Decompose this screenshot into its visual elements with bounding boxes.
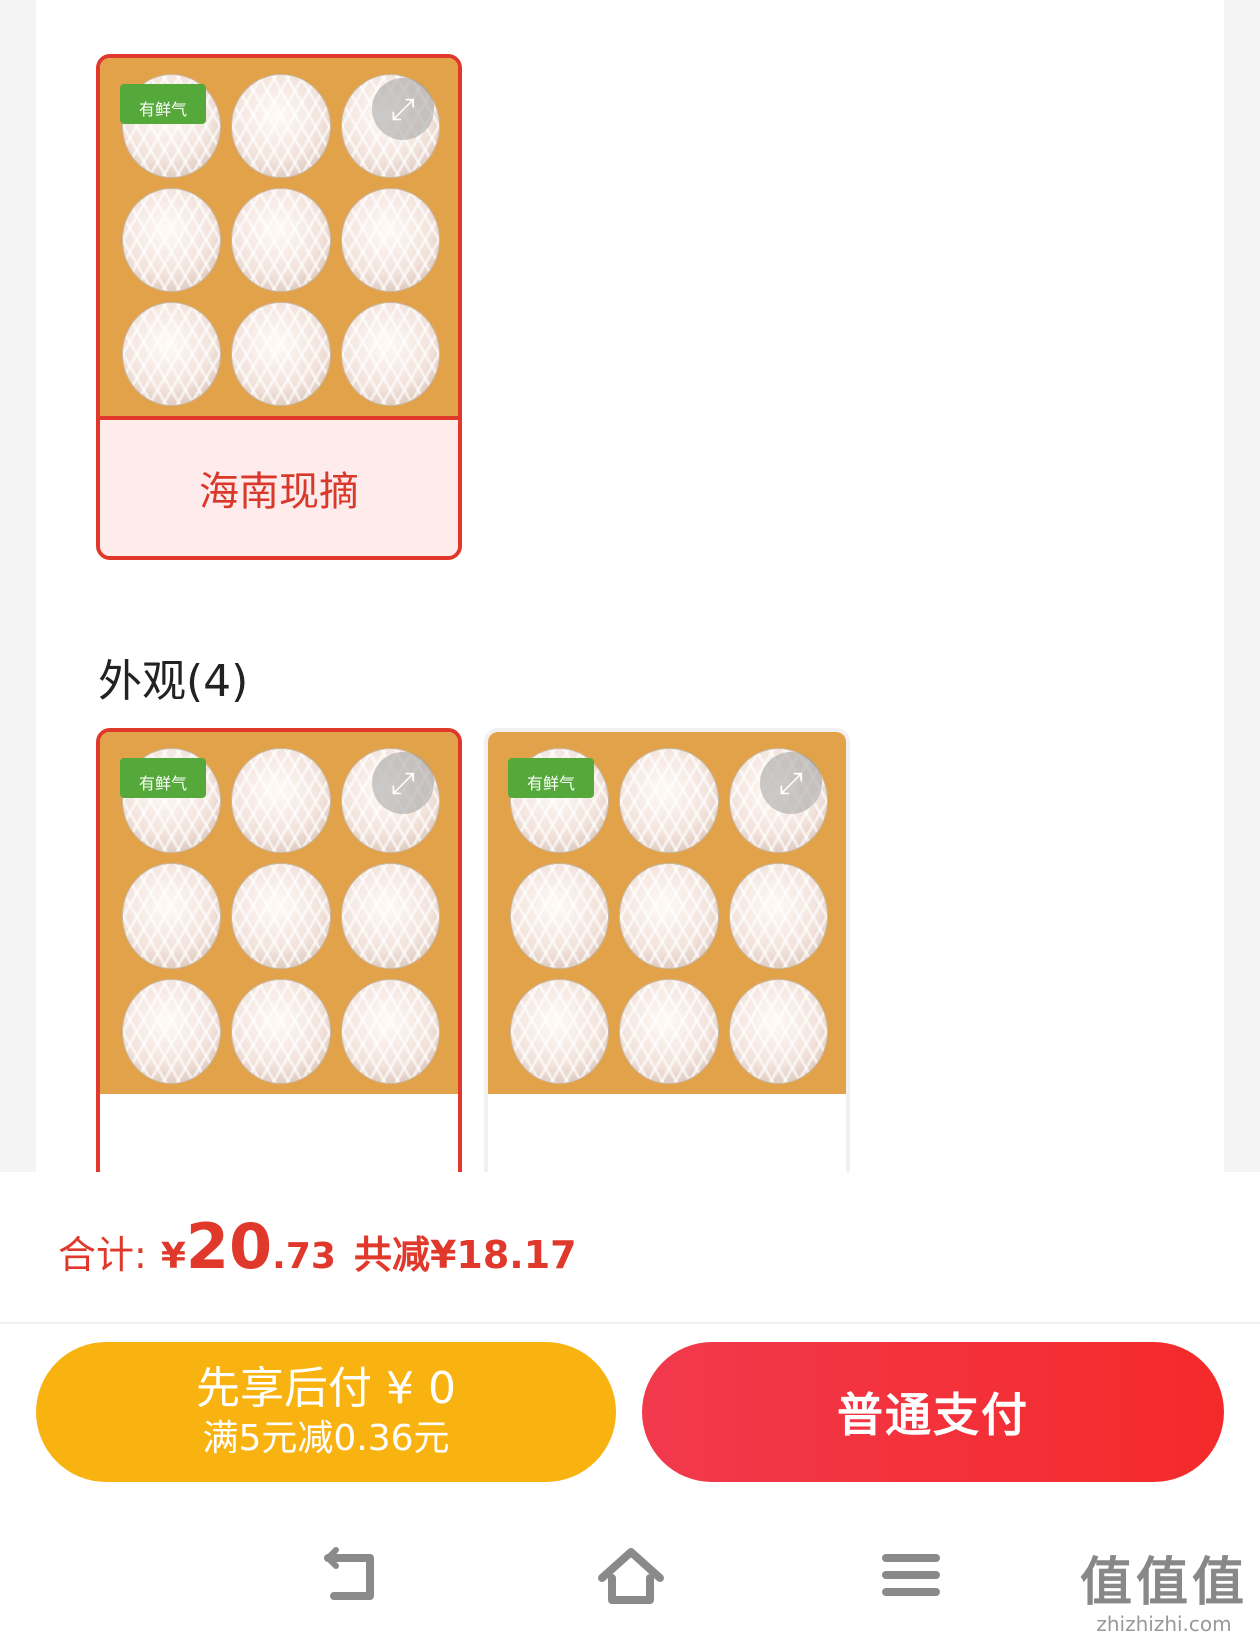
normal-pay-label: 普通支付: [837, 1388, 1029, 1442]
system-nav-bar: [0, 1512, 1260, 1644]
total-label: 合计:: [58, 1233, 147, 1277]
appearance-card-2[interactable]: 有鲜气 ⤢: [484, 728, 850, 1188]
brand-logo: 有鲜气: [508, 758, 594, 798]
divider: [0, 1322, 1260, 1324]
appearance-card-1[interactable]: 有鲜气 ⤢: [96, 728, 462, 1188]
section-title-appearance: 外观(4): [98, 656, 249, 707]
total-summary: 合计: ¥ 20 .73 共减¥18.17: [58, 1210, 577, 1283]
brand-logo: 有鲜气: [120, 84, 206, 124]
appearance-image-1: 有鲜气 ⤢: [100, 732, 458, 1094]
watermark-logo: 值值值: [1079, 1553, 1248, 1613]
variant-label: 海南现摘: [100, 416, 458, 556]
total-discount: 共减¥18.17: [353, 1233, 577, 1277]
variant-image: 有鲜气 ⤢: [100, 58, 458, 416]
variant-card-haidnan[interactable]: 有鲜气 ⤢ 海南现摘: [96, 54, 462, 560]
currency-symbol: ¥: [160, 1236, 186, 1277]
menu-icon[interactable]: [876, 1540, 946, 1610]
watermark-url: zhizhizhi.com: [1096, 1612, 1232, 1636]
total-price-decimal: .73: [272, 1236, 336, 1277]
pay-later-title: 先享后付 ¥ 0: [196, 1363, 456, 1414]
watermark: 值值值 zhizhizhi.com: [1080, 1554, 1248, 1636]
home-icon[interactable]: [596, 1540, 666, 1610]
expand-icon[interactable]: ⤢: [760, 752, 822, 814]
appearance-image-2: 有鲜气 ⤢: [488, 732, 846, 1094]
pay-later-subtitle: 满5元减0.36元: [202, 1418, 450, 1459]
brand-logo: 有鲜气: [120, 758, 206, 798]
expand-icon[interactable]: ⤢: [372, 78, 434, 140]
normal-pay-button[interactable]: 普通支付: [642, 1342, 1224, 1482]
checkout-page: 有鲜气 ⤢ 海南现摘 外观(4) 有鲜气 ⤢ 有鲜气 ⤢ 合计: ¥ 20 .7…: [0, 0, 1260, 1644]
pay-later-button[interactable]: 先享后付 ¥ 0 满5元减0.36元: [36, 1342, 616, 1482]
checkout-footer: 合计: ¥ 20 .73 共减¥18.17 先享后付 ¥ 0 满5元减0.36元…: [0, 1172, 1260, 1644]
total-price-integer: 20: [185, 1210, 273, 1283]
expand-icon[interactable]: ⤢: [372, 752, 434, 814]
back-icon[interactable]: [314, 1540, 384, 1610]
